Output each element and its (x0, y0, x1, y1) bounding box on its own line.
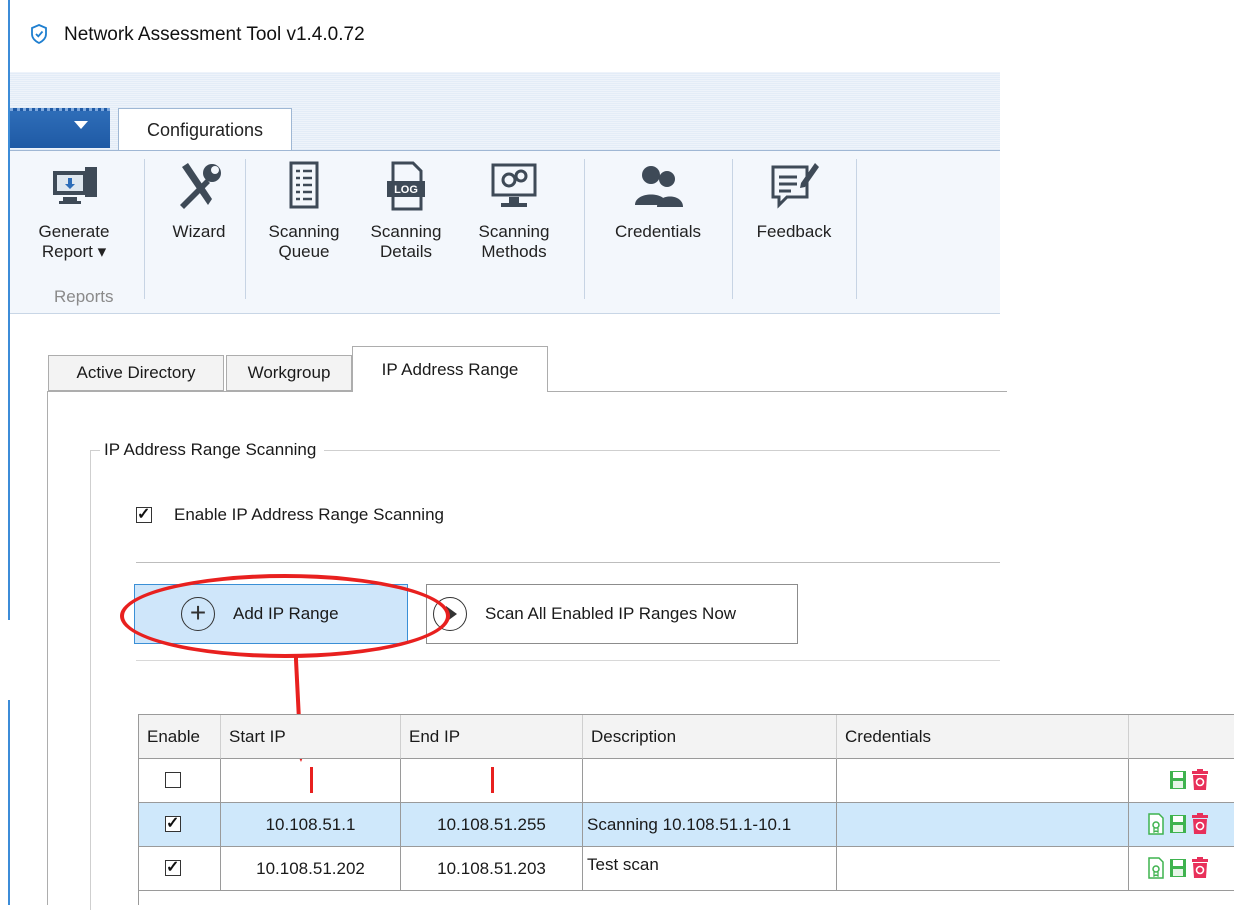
start-ip-cell[interactable]: 10.108.51.202 (221, 847, 401, 890)
ribbon-separator (144, 159, 145, 299)
save-icon[interactable] (1169, 769, 1187, 791)
credentials-cell[interactable] (837, 803, 1129, 846)
wizard-button[interactable]: Wizard (156, 159, 242, 242)
enable-ip-range-label[interactable]: Enable IP Address Range Scanning (174, 505, 444, 525)
feedback-icon (771, 163, 819, 209)
ribbon-separator (245, 159, 246, 299)
scan-all-ranges-label: Scan All Enabled IP Ranges Now (485, 604, 737, 623)
input-cursor-marker (491, 767, 494, 793)
row-enable-checkbox[interactable] (165, 816, 181, 832)
row-enable-checkbox[interactable] (165, 772, 181, 788)
ribbon-group-label: Reports (54, 287, 114, 306)
enable-ip-range-checkbox[interactable] (136, 507, 152, 523)
application-menu-button[interactable] (10, 108, 110, 148)
enable-cell (139, 847, 221, 890)
column-header-credentials[interactable]: Credentials (837, 715, 1129, 759)
scanning-details-button[interactable]: LOG Scanning Details (358, 159, 454, 262)
svg-text:LOG: LOG (394, 184, 418, 196)
queue-icon (289, 161, 319, 209)
ribbon-separator (584, 159, 585, 299)
tab-ip-address-range[interactable]: IP Address Range (352, 346, 548, 392)
scanning-methods-label-2: Methods (481, 242, 547, 261)
credentials-cell[interactable] (837, 847, 1129, 890)
methods-icon (491, 163, 537, 207)
scanning-methods-label: Scanning (478, 222, 550, 241)
credentials-button[interactable]: Credentials (596, 159, 720, 242)
tab-configurations[interactable]: Configurations (118, 108, 292, 152)
table-row[interactable] (139, 759, 1234, 803)
tools-icon (180, 163, 221, 209)
divider (136, 562, 1000, 563)
feedback-button[interactable]: Feedback (742, 159, 846, 242)
scanning-details-label: Scanning (370, 222, 442, 241)
users-icon (635, 166, 683, 207)
scanning-queue-label-2: Queue (278, 242, 330, 261)
enable-cell (139, 759, 221, 802)
enable-cell (139, 803, 221, 846)
highlight-ellipse (120, 574, 450, 658)
generate-report-button[interactable]: Generate Report ▾ (24, 159, 124, 262)
description-cell[interactable] (583, 759, 837, 802)
column-header-description[interactable]: Description (583, 715, 837, 759)
log-icon: LOG (387, 161, 425, 211)
dropdown-arrow-icon (74, 121, 88, 129)
ribbon-separator (732, 159, 733, 299)
groupbox-title: IP Address Range Scanning (100, 440, 325, 460)
scanning-details-label-2: Details (380, 242, 432, 261)
end-ip-cell[interactable]: 10.108.51.255 (401, 803, 583, 846)
table-row[interactable]: 10.108.51.1 10.108.51.255 Scanning 10.10… (139, 803, 1234, 847)
tab-active-directory[interactable]: Active Directory (48, 355, 224, 391)
delete-icon[interactable] (1191, 857, 1209, 879)
credentials-cell[interactable] (837, 759, 1129, 802)
row-enable-checkbox[interactable] (165, 860, 181, 876)
scanning-methods-button[interactable]: Scanning Methods (466, 159, 562, 262)
generate-report-label: Generate (38, 222, 110, 241)
scanning-queue-button[interactable]: Scanning Queue (256, 159, 352, 262)
wizard-label: Wizard (172, 222, 226, 241)
window-edge-gap (8, 620, 10, 700)
column-header-enable[interactable]: Enable (139, 715, 221, 759)
input-cursor-marker (310, 767, 313, 793)
delete-icon[interactable] (1191, 813, 1209, 835)
description-cell[interactable]: Test scan (583, 847, 837, 890)
save-icon[interactable] (1169, 857, 1187, 879)
start-ip-cell[interactable]: 10.108.51.1 (221, 803, 401, 846)
scan-all-ranges-button[interactable]: Scan All Enabled IP Ranges Now (426, 584, 798, 644)
credentials-label: Credentials (615, 222, 701, 241)
generate-report-label-2: Report ▾ (41, 242, 107, 261)
description-cell[interactable]: Scanning 10.108.51.1-10.1 (583, 803, 837, 846)
table-row[interactable]: 10.108.51.202 10.108.51.203 Test scan (139, 847, 1234, 891)
ip-range-table: Enable Start IP End IP Description Crede… (138, 714, 1234, 905)
tab-workgroup[interactable]: Workgroup (226, 355, 352, 391)
column-header-actions (1129, 715, 1234, 759)
report-icon (53, 167, 97, 204)
save-icon[interactable] (1169, 813, 1187, 835)
column-header-start-ip[interactable]: Start IP (221, 715, 401, 759)
scanning-queue-label: Scanning (268, 222, 340, 241)
credential-file-icon[interactable] (1147, 813, 1165, 835)
shield-icon (31, 24, 47, 44)
end-ip-cell[interactable]: 10.108.51.203 (401, 847, 583, 890)
window-title: Network Assessment Tool v1.4.0.72 (64, 24, 365, 45)
delete-icon[interactable] (1191, 769, 1209, 791)
credential-file-icon[interactable] (1147, 857, 1165, 879)
column-header-end-ip[interactable]: End IP (401, 715, 583, 759)
ribbon-panel: Generate Report ▾ Wizard Scanning Queue (10, 150, 1000, 314)
ribbon-separator (856, 159, 857, 299)
feedback-label: Feedback (756, 222, 832, 241)
